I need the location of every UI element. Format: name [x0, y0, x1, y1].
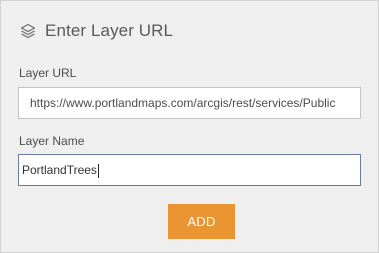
layer-name-input[interactable]: PortlandTrees	[18, 154, 361, 186]
layer-name-label: Layer Name	[19, 134, 85, 148]
text-cursor	[97, 163, 99, 178]
panel-title: Enter Layer URL	[45, 21, 174, 40]
add-layer-panel: Enter Layer URL Layer URL https://www.po…	[0, 0, 379, 253]
panel-header: Enter Layer URL	[19, 19, 173, 43]
layer-url-value: https://www.portlandmaps.com/arcgis/rest…	[30, 96, 336, 110]
layers-icon	[19, 22, 37, 40]
add-button[interactable]: ADD	[168, 204, 235, 239]
layer-url-input[interactable]: https://www.portlandmaps.com/arcgis/rest…	[18, 87, 361, 119]
layer-name-value: PortlandTrees	[22, 163, 97, 177]
layer-url-label: Layer URL	[19, 66, 77, 80]
